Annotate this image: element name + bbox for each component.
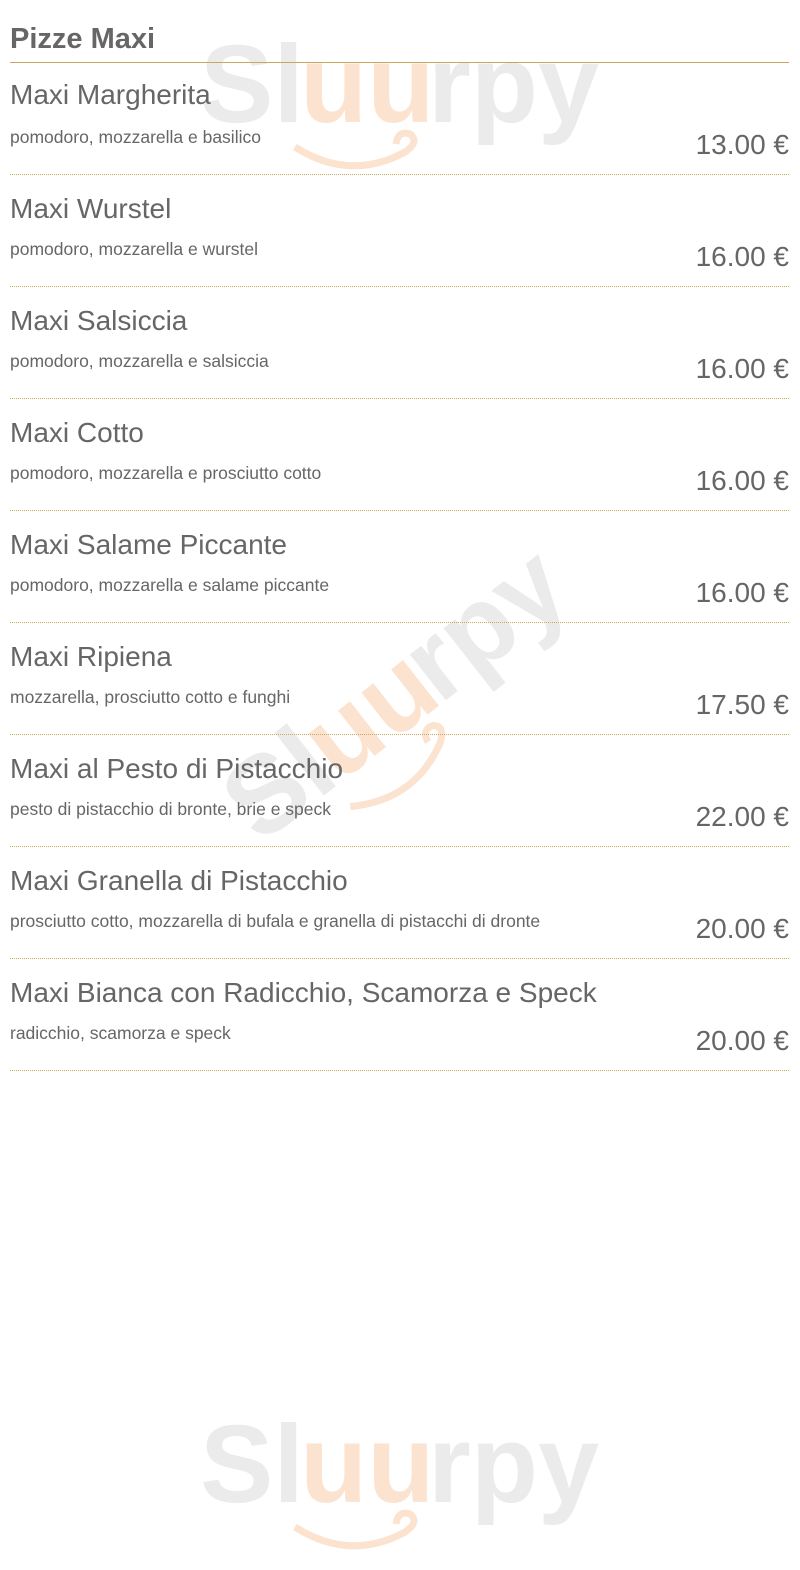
svg-text:uu: uu (300, 1403, 434, 1526)
item-description: mozzarella, prosciutto cotto e funghi (10, 687, 291, 707)
item-price: 20.00 € (695, 1025, 789, 1056)
section-title: Pizze Maxi (10, 20, 789, 63)
item-name: Maxi Cotto (10, 417, 144, 448)
item-name: Maxi Ripiena (10, 641, 172, 672)
menu-item: Maxi al Pesto di Pistacchio pesto di pis… (10, 735, 789, 847)
item-description: pomodoro, mozzarella e salame piccante (10, 575, 330, 595)
item-description: pomodoro, mozzarella e basilico (10, 127, 261, 147)
menu-item: Maxi Salsiccia pomodoro, mozzarella e sa… (10, 287, 789, 399)
menu-item: Maxi Margherita pomodoro, mozzarella e b… (10, 63, 789, 175)
item-price: 20.00 € (695, 913, 789, 944)
item-name: Maxi Salsiccia (10, 305, 188, 336)
menu-section: Pizze Maxi Maxi Margherita pomodoro, moz… (10, 0, 789, 1071)
menu-item: Maxi Cotto pomodoro, mozzarella e prosci… (10, 399, 789, 511)
menu-item: Maxi Salame Piccante pomodoro, mozzarell… (10, 511, 789, 623)
item-price: 16.00 € (695, 465, 789, 496)
item-price: 17.50 € (695, 689, 789, 720)
item-description: pomodoro, mozzarella e salsiccia (10, 351, 269, 371)
item-name: Maxi Salame Piccante (10, 529, 288, 560)
item-name: Maxi al Pesto di Pistacchio (10, 753, 344, 784)
item-name: Maxi Wurstel (10, 193, 172, 224)
item-description: pomodoro, mozzarella e prosciutto cotto (10, 463, 322, 483)
menu-item: Maxi Granella di Pistacchio prosciutto c… (10, 847, 789, 959)
item-price: 22.00 € (695, 801, 789, 832)
svg-text:rpy: rpy (428, 1403, 599, 1526)
menu-item: Maxi Wurstel pomodoro, mozzarella e wurs… (10, 175, 789, 287)
item-name: Maxi Granella di Pistacchio (10, 865, 348, 896)
item-price: 16.00 € (695, 241, 789, 272)
sluurpy-watermark-logo: Sl uu rpy (200, 1403, 599, 1550)
item-description: radicchio, scamorza e speck (10, 1023, 231, 1043)
item-name: Maxi Margherita (10, 79, 211, 110)
menu-item: Maxi Bianca con Radicchio, Scamorza e Sp… (10, 959, 789, 1071)
menu-item-list: Maxi Margherita pomodoro, mozzarella e b… (10, 63, 789, 1071)
item-description: pesto di pistacchio di bronte, brie e sp… (10, 799, 332, 819)
item-description: pomodoro, mozzarella e wurstel (10, 239, 259, 259)
item-price: 16.00 € (695, 577, 789, 608)
item-description: prosciutto cotto, mozzarella di bufala e… (10, 911, 541, 931)
menu-item: Maxi Ripiena mozzarella, prosciutto cott… (10, 623, 789, 735)
svg-text:Sl: Sl (200, 1403, 304, 1526)
item-price: 13.00 € (695, 129, 789, 160)
item-price: 16.00 € (695, 353, 789, 384)
item-name: Maxi Bianca con Radicchio, Scamorza e Sp… (10, 977, 597, 1008)
